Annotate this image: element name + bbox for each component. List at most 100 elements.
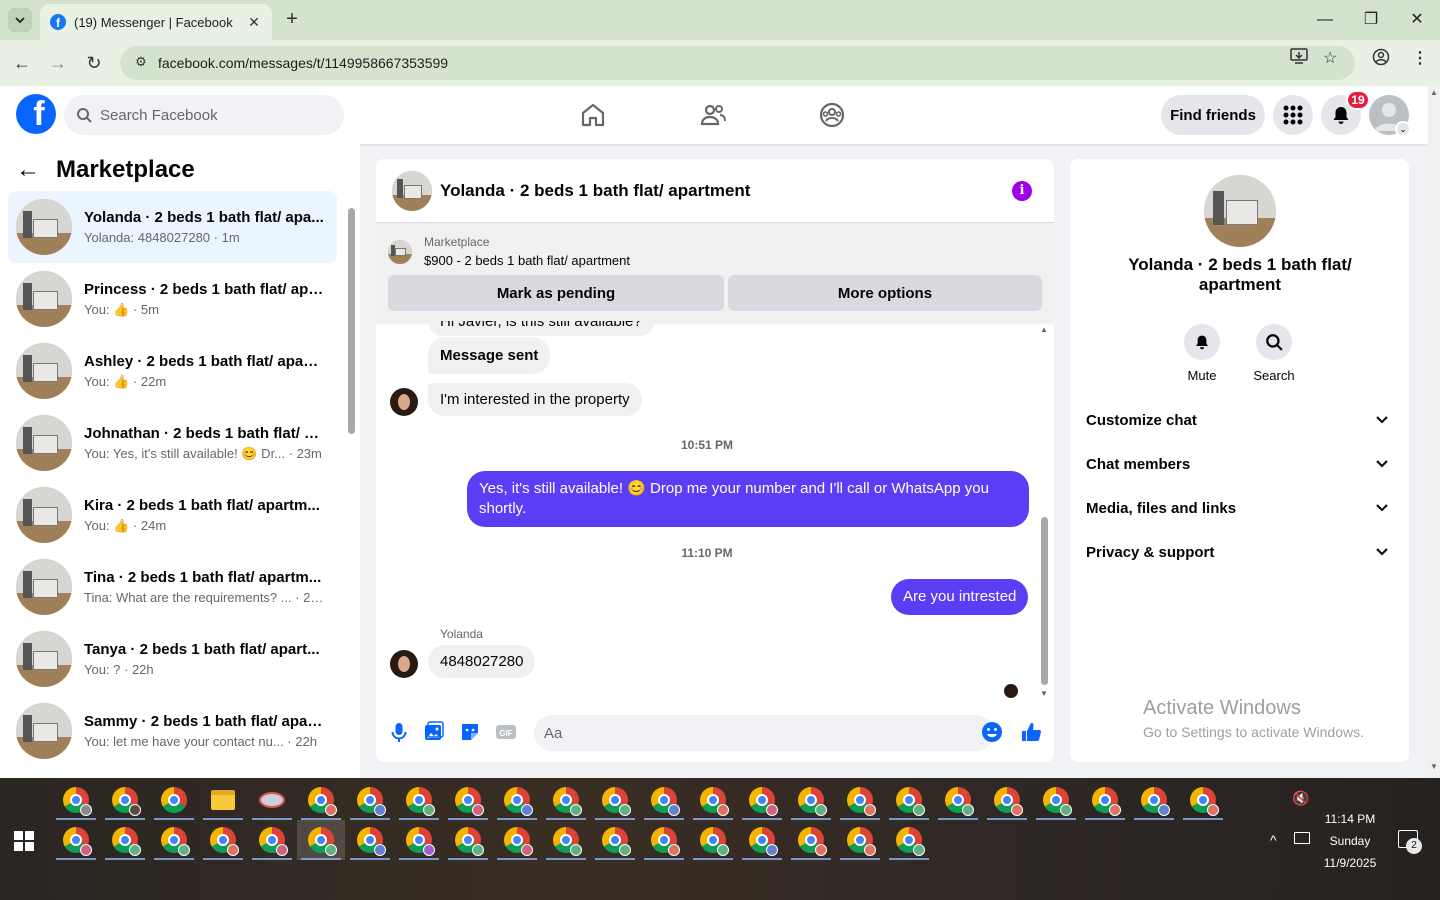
forward-button[interactable]: → <box>46 51 70 75</box>
chrome-taskbar-icon[interactable] <box>297 780 345 820</box>
chrome-taskbar-icon[interactable] <box>836 820 884 860</box>
more-options-button[interactable]: More options <box>728 275 1042 311</box>
scroll-down-arrow-icon[interactable]: ▼ <box>1040 689 1048 698</box>
chrome-taskbar-icon[interactable] <box>493 780 541 820</box>
photo-icon[interactable] <box>423 721 445 743</box>
chrome-taskbar-icon[interactable] <box>395 780 443 820</box>
back-arrow-icon[interactable]: ← <box>16 156 48 184</box>
chrome-taskbar-icon[interactable] <box>1179 780 1227 820</box>
scroll-up-arrow-icon[interactable]: ▲ <box>1430 88 1438 97</box>
chrome-taskbar-icon[interactable] <box>787 820 835 860</box>
chrome-taskbar-icon[interactable] <box>542 820 590 860</box>
minimize-button[interactable]: — <box>1313 8 1337 32</box>
contact-avatar[interactable] <box>390 388 418 416</box>
chrome-taskbar-icon[interactable] <box>150 780 198 820</box>
conversation-item[interactable]: Kira · 2 beds 1 bath flat/ apartm... You:… <box>8 479 337 551</box>
show-hidden-icons-chevron-icon[interactable]: ^ <box>1270 832 1277 848</box>
chat-title[interactable]: Yolanda · 2 beds 1 bath flat/ apartment <box>440 181 750 201</box>
chrome-taskbar-icon[interactable] <box>52 820 100 860</box>
address-bar[interactable]: ⚙ facebook.com/messages/t/11499586673535… <box>120 46 1355 80</box>
scroll-up-arrow-icon[interactable]: ▲ <box>1040 325 1048 334</box>
mark-as-pending-button[interactable]: Mark as pending <box>388 275 724 311</box>
conversation-item[interactable]: Sammy · 2 beds 1 bath flat/ apar... You: … <box>8 695 337 767</box>
chrome-taskbar-icon[interactable] <box>395 820 443 860</box>
friends-icon[interactable] <box>699 101 727 129</box>
chrome-taskbar-icon[interactable] <box>738 780 786 820</box>
chrome-taskbar-icon[interactable] <box>787 780 835 820</box>
message-input[interactable] <box>534 715 994 751</box>
thumbs-up-icon[interactable] <box>1020 721 1042 743</box>
chrome-taskbar-icon[interactable] <box>150 820 198 860</box>
site-info-icon[interactable]: ⚙ <box>132 54 150 72</box>
menu-grid-button[interactable] <box>1273 95 1313 135</box>
chrome-taskbar-icon[interactable] <box>983 780 1031 820</box>
find-friends-button[interactable]: Find friends <box>1161 95 1265 135</box>
chrome-taskbar-icon[interactable] <box>640 820 688 860</box>
tab-search-button[interactable] <box>8 8 32 32</box>
chrome-taskbar-icon[interactable] <box>689 820 737 860</box>
chat-thumbnail[interactable] <box>392 170 432 211</box>
chrome-taskbar-icon[interactable] <box>101 820 149 860</box>
bookmark-star-icon[interactable]: ☆ <box>1323 48 1337 68</box>
chrome-taskbar-icon[interactable] <box>346 780 394 820</box>
conversation-item[interactable]: Tina · 2 beds 1 bath flat/ apartm... Tina… <box>8 551 337 623</box>
home-icon[interactable] <box>579 101 607 129</box>
search-in-chat-button[interactable]: Search <box>1244 324 1304 383</box>
new-tab-button[interactable]: + <box>280 8 304 32</box>
customize-chat-section[interactable]: Customize chat <box>1086 398 1396 442</box>
tab-close-icon[interactable]: ✕ <box>246 14 262 31</box>
volume-muted-icon[interactable]: 🔇 <box>1292 790 1309 807</box>
windows-start-icon[interactable] <box>14 831 34 851</box>
account-menu-chevron-icon[interactable]: ⌄ <box>1395 121 1411 137</box>
chrome-taskbar-icon[interactable] <box>640 780 688 820</box>
chat-members-section[interactable]: Chat members <box>1086 442 1396 486</box>
chrome-taskbar-icon[interactable] <box>444 780 492 820</box>
gif-icon[interactable]: GIF <box>495 721 517 743</box>
install-app-icon[interactable] <box>1290 48 1308 69</box>
conversation-item[interactable]: Yolanda · 2 beds 1 bath flat/ apa... Yola… <box>8 191 337 263</box>
facebook-logo[interactable]: f <box>16 94 56 134</box>
conversation-item[interactable]: Ashley · 2 beds 1 bath flat/ apart... You… <box>8 335 337 407</box>
chrome-taskbar-icon[interactable] <box>1032 780 1080 820</box>
emoji-icon[interactable] <box>981 721 1003 743</box>
chrome-taskbar-icon[interactable] <box>836 780 884 820</box>
info-icon[interactable]: i <box>1012 181 1032 201</box>
search-facebook-input[interactable]: Search Facebook <box>64 95 344 135</box>
chrome-taskbar-icon[interactable] <box>885 780 933 820</box>
chrome-taskbar-icon[interactable] <box>101 780 149 820</box>
scroll-down-arrow-icon[interactable]: ▼ <box>1430 762 1438 771</box>
privacy-support-section[interactable]: Privacy & support <box>1086 530 1396 574</box>
browser-tab[interactable]: f (19) Messenger | Facebook ✕ <box>40 4 272 40</box>
chrome-taskbar-icon[interactable] <box>199 820 247 860</box>
reload-button[interactable]: ↻ <box>82 51 106 75</box>
back-button[interactable]: ← <box>10 51 34 75</box>
restore-button[interactable]: ❐ <box>1359 8 1383 32</box>
snipping-tool-icon[interactable] <box>248 780 296 820</box>
chrome-taskbar-icon[interactable] <box>444 820 492 860</box>
chrome-taskbar-icon[interactable] <box>934 780 982 820</box>
file-explorer-icon[interactable] <box>199 780 247 820</box>
microphone-icon[interactable] <box>388 721 410 743</box>
chrome-taskbar-icon[interactable] <box>52 780 100 820</box>
chrome-taskbar-icon[interactable] <box>1130 780 1178 820</box>
chrome-taskbar-icon[interactable] <box>346 820 394 860</box>
chrome-taskbar-icon[interactable] <box>542 780 590 820</box>
conversation-item[interactable]: Johnathan · 2 beds 1 bath flat/ a... You:… <box>8 407 337 479</box>
groups-icon[interactable] <box>818 101 846 129</box>
scrollbar-thumb[interactable] <box>1041 517 1048 685</box>
conversation-item[interactable]: Tanya · 2 beds 1 bath flat/ apart... You:… <box>8 623 337 695</box>
chrome-taskbar-icon[interactable] <box>493 820 541 860</box>
contact-avatar[interactable] <box>390 650 418 678</box>
page-scrollbar[interactable]: ▲ ▼ <box>1428 86 1440 778</box>
chrome-taskbar-icon[interactable] <box>885 820 933 860</box>
chrome-taskbar-icon[interactable] <box>248 820 296 860</box>
sticker-icon[interactable] <box>459 721 481 743</box>
close-window-button[interactable]: ✕ <box>1405 8 1429 32</box>
chrome-taskbar-icon[interactable] <box>1081 780 1129 820</box>
chat-scrollbar[interactable]: ▲ ▼ <box>1038 325 1050 701</box>
taskbar-clock[interactable]: 11:14 PM Sunday 11/9/2025 <box>1310 808 1390 874</box>
profile-icon[interactable] <box>1372 48 1390 71</box>
mute-button[interactable]: Mute <box>1172 324 1232 383</box>
chrome-taskbar-icon[interactable] <box>591 780 639 820</box>
listing-info[interactable]: Marketplace $900 - 2 beds 1 bath flat/ a… <box>388 235 630 268</box>
